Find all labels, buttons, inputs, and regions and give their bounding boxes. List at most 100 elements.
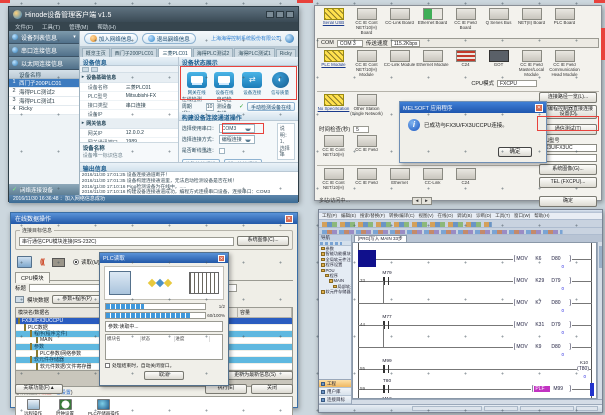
sidebar-footer[interactable]: ✓ 网络连接设备: [9, 184, 79, 195]
sidebar-section[interactable]: 串口连接信息: [9, 44, 79, 57]
device-tab[interactable]: 海得PLC测试2: [193, 48, 234, 57]
contact[interactable]: M99: [375, 359, 399, 375]
pc-interface-item[interactable]: NET(II) Board: [515, 8, 548, 36]
device-tab[interactable]: 三菱PLC01: [158, 48, 191, 57]
scrollbar-thumb[interactable]: [599, 246, 602, 268]
progress-cancel-button[interactable]: 取消: [144, 371, 184, 380]
menu-item[interactable]: 工程(P): [322, 213, 337, 219]
sidebar-section[interactable]: 以太网连接信息: [9, 57, 79, 70]
mode-select[interactable]: 编程连接: [219, 135, 255, 144]
pc-interface-item[interactable]: CC IE Field Board: [449, 8, 482, 36]
instruction[interactable]: [MOVK9D80]: [513, 343, 572, 351]
close-icon[interactable]: ✕: [285, 215, 293, 223]
selected-cell[interactable]: [358, 250, 376, 267]
radio-option[interactable]: 读取(U): [73, 258, 100, 266]
communication-test-button[interactable]: 通信测试(T): [539, 124, 597, 135]
pc-interface-item[interactable]: Ethernet Board: [416, 8, 449, 36]
pc-interface-item[interactable]: Serial USB: [317, 8, 350, 36]
related-function[interactable]: PLC存储器操作: [88, 399, 119, 415]
property-row[interactable]: 设备IP: [80, 110, 178, 119]
device-tab[interactable]: Ricky: [276, 49, 296, 57]
network-route-item[interactable]: CC IE Field: [350, 135, 383, 163]
system-image-button[interactable]: 系统图像(C)...: [237, 236, 289, 246]
dialog-title-bar[interactable]: 在线数据操作 ✕: [11, 213, 297, 224]
check-time-field[interactable]: 5: [353, 126, 369, 133]
title-bar[interactable]: Hinode设备管理客户端 v1.5: [9, 7, 298, 22]
device-tab[interactable]: 西门子200PLC01: [111, 48, 158, 57]
property-row[interactable]: 接口类型串口连接: [80, 101, 178, 110]
reconnect-checkbox[interactable]: [219, 148, 225, 154]
ladder-editor[interactable]: [MOVK6D80]033M79[MOVK29D79]0[MOVK7D80]04…: [352, 242, 597, 399]
plc-interface-item[interactable]: Ethernet Module: [416, 50, 449, 78]
other-station-item[interactable]: No Specification: [317, 94, 350, 122]
menu-item[interactable]: 帮助(H): [534, 213, 549, 219]
menu-item[interactable]: 转换/编译(C): [389, 213, 415, 219]
vertical-scrollbar[interactable]: [597, 242, 602, 399]
sort-category-icon[interactable]: [82, 67, 89, 72]
toolbar-icons[interactable]: [319, 228, 602, 235]
document-tab[interactable]: [PRG]写入 MAIN 33步: [354, 235, 407, 242]
plc-interface-item[interactable]: CC IE Field Master/Local Module: [515, 50, 548, 78]
close-button[interactable]: 关闭: [251, 384, 293, 394]
dialog-title-bar[interactable]: MELSOFT 应用程序 ✕: [400, 102, 546, 113]
related-function[interactable]: 远程操作: [24, 399, 42, 415]
toolbar-icons[interactable]: [319, 220, 602, 228]
tel-button[interactable]: TEL (FXCPU)...: [539, 177, 597, 188]
port-select[interactable]: COM3: [219, 124, 255, 133]
network-route-item[interactable]: CC IE Cont NET/10(H): [317, 135, 350, 163]
cycle-value-field[interactable]: 10: [206, 103, 214, 111]
property-group[interactable]: ▸网关信息: [80, 119, 178, 129]
ok-button[interactable]: 确定: [539, 196, 597, 207]
contact[interactable]: M79: [375, 271, 399, 287]
device-tab[interactable]: 海得PLC测试1: [234, 48, 275, 57]
nav-view-button[interactable]: 连接目标: [319, 396, 351, 404]
plc-interface-item[interactable]: PLC Module: [317, 50, 350, 78]
menu-item[interactable]: 搜索/替换(F): [360, 213, 385, 219]
instruction[interactable]: [MOVK31D79]: [513, 321, 572, 329]
pager-left-icon[interactable]: ◄: [413, 198, 422, 204]
instruction[interactable]: [PLFM99]: [531, 385, 572, 393]
direct-connection-settings-button[interactable]: 可编程控制器直接连接设置(D): [539, 105, 597, 119]
instruction[interactable]: [MOVK7D80]: [513, 299, 572, 307]
instruction[interactable]: [MOVK6D80]: [513, 255, 572, 263]
maximize-button[interactable]: [276, 11, 284, 18]
device-tab[interactable]: 概览主页: [82, 48, 110, 57]
property-row[interactable]: 网关IP12.0.0.2: [80, 129, 178, 138]
minimize-button[interactable]: [266, 11, 274, 18]
pager-right-icon[interactable]: ►: [422, 198, 430, 204]
property-group[interactable]: ▸设备基础信息: [80, 73, 178, 83]
plc-interface-item[interactable]: CC IE Cont NET/10(H) Module: [350, 50, 383, 78]
pc-interface-item[interactable]: CC IE Cont NET/10(H) Board: [350, 8, 383, 36]
plc-interface-item[interactable]: GOT: [482, 50, 515, 78]
detail-field[interactable]: [539, 154, 597, 162]
menu-item[interactable]: 诊断(D): [476, 213, 491, 219]
device-row[interactable]: 3海得PLC测试1: [9, 97, 79, 106]
pc-interface-item[interactable]: PLC Board: [548, 8, 581, 36]
coexistence-route-item[interactable]: C24: [449, 168, 482, 196]
coexistence-route-item[interactable]: CC IE Field: [350, 168, 383, 196]
progress-title-bar[interactable]: PLC读取 ✕: [100, 253, 228, 263]
menu-item[interactable]: 管理(M): [69, 23, 88, 31]
property-row[interactable]: PLC型号Mitsubishi-FX: [80, 92, 178, 101]
other-station-item[interactable]: Other Station (Single Network): [350, 94, 383, 122]
menu-item[interactable]: 工具(T): [42, 23, 60, 31]
auto-close-checkbox[interactable]: [105, 363, 110, 368]
output-log[interactable]: 2016/11/30 17:01:25 设备连接通道断开！2016/11/30 …: [80, 172, 298, 195]
plc-interface-item[interactable]: C24: [449, 50, 482, 78]
coexistence-route-item[interactable]: CC IE Cont NET/10(H): [317, 168, 350, 196]
coexistence-route-item[interactable]: Ethernet: [383, 168, 416, 196]
sort-az-icon[interactable]: [91, 67, 98, 72]
manual-detect-button[interactable]: 手动检测设备在线: [247, 102, 295, 111]
plc-interface-item[interactable]: CC-Link Module: [383, 50, 416, 78]
close-button[interactable]: [286, 11, 294, 18]
dialog-ok-button[interactable]: 确定: [498, 147, 532, 157]
menu-item[interactable]: 帮助(H): [97, 23, 116, 31]
progress-close-icon[interactable]: ✕: [218, 255, 225, 262]
nav-view-button[interactable]: 用户库: [319, 388, 351, 396]
connection-channel-list-button[interactable]: 连接路径一览(L)...: [539, 92, 597, 103]
coexistence-route-item[interactable]: CC-Link: [416, 168, 449, 196]
plc-interface-item[interactable]: CC IE Field Communication Head Module: [548, 50, 581, 78]
property-row[interactable]: 设备名称三菱PLC01: [80, 83, 178, 92]
sidebar-section[interactable]: 设备列表信息▾: [9, 31, 79, 44]
speed-field[interactable]: 115.2Kbps: [391, 40, 421, 47]
